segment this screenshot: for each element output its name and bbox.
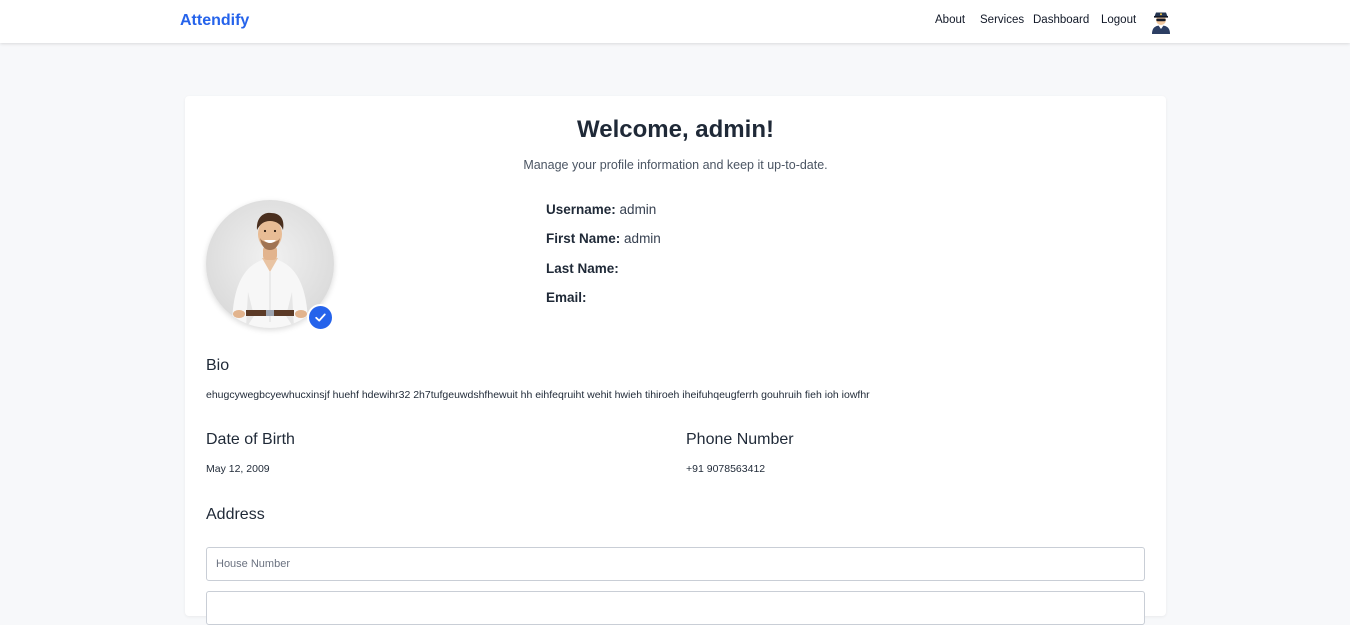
address-heading: Address xyxy=(206,506,265,523)
first-name-value: admin xyxy=(624,231,661,246)
top-navbar: Attendify About Services Dashboard Logou… xyxy=(0,0,1350,43)
page-title: Welcome, admin! xyxy=(577,116,774,143)
first-name-row: First Name: admin xyxy=(546,231,661,246)
last-name-row: Last Name: xyxy=(546,261,619,276)
nav-link-services[interactable]: Services xyxy=(980,14,1024,26)
username-value: admin xyxy=(619,202,657,217)
address-line-input[interactable] xyxy=(206,591,1145,625)
user-avatar-icon[interactable] xyxy=(1149,10,1173,34)
username-label: Username: xyxy=(546,202,616,217)
last-name-label: Last Name: xyxy=(546,261,619,276)
first-name-label: First Name: xyxy=(546,231,621,246)
phone-heading: Phone Number xyxy=(686,431,794,448)
nav-link-about[interactable]: About xyxy=(935,14,965,26)
dob-heading: Date of Birth xyxy=(206,431,295,448)
email-label: Email: xyxy=(546,290,587,305)
nav-link-logout[interactable]: Logout xyxy=(1101,14,1136,26)
nav-link-dashboard[interactable]: Dashboard xyxy=(1033,14,1089,26)
check-icon xyxy=(315,313,326,322)
brand-logo[interactable]: Attendify xyxy=(180,12,249,30)
email-row: Email: xyxy=(546,290,587,305)
profile-photo-wrapper xyxy=(206,200,334,331)
username-row: Username: admin xyxy=(546,202,656,217)
phone-value: +91 9078563412 xyxy=(686,463,766,475)
profile-card: Welcome, admin! Manage your profile info… xyxy=(185,96,1166,625)
house-number-input[interactable] xyxy=(206,547,1145,581)
verified-badge xyxy=(307,304,334,331)
page-subtitle: Manage your profile information and keep… xyxy=(523,158,828,172)
dob-value: May 12, 2009 xyxy=(206,463,270,475)
bio-heading: Bio xyxy=(206,357,230,374)
bio-text: ehugcywegbcyewhucxinsjf huehf hdewihr32 … xyxy=(206,389,870,401)
